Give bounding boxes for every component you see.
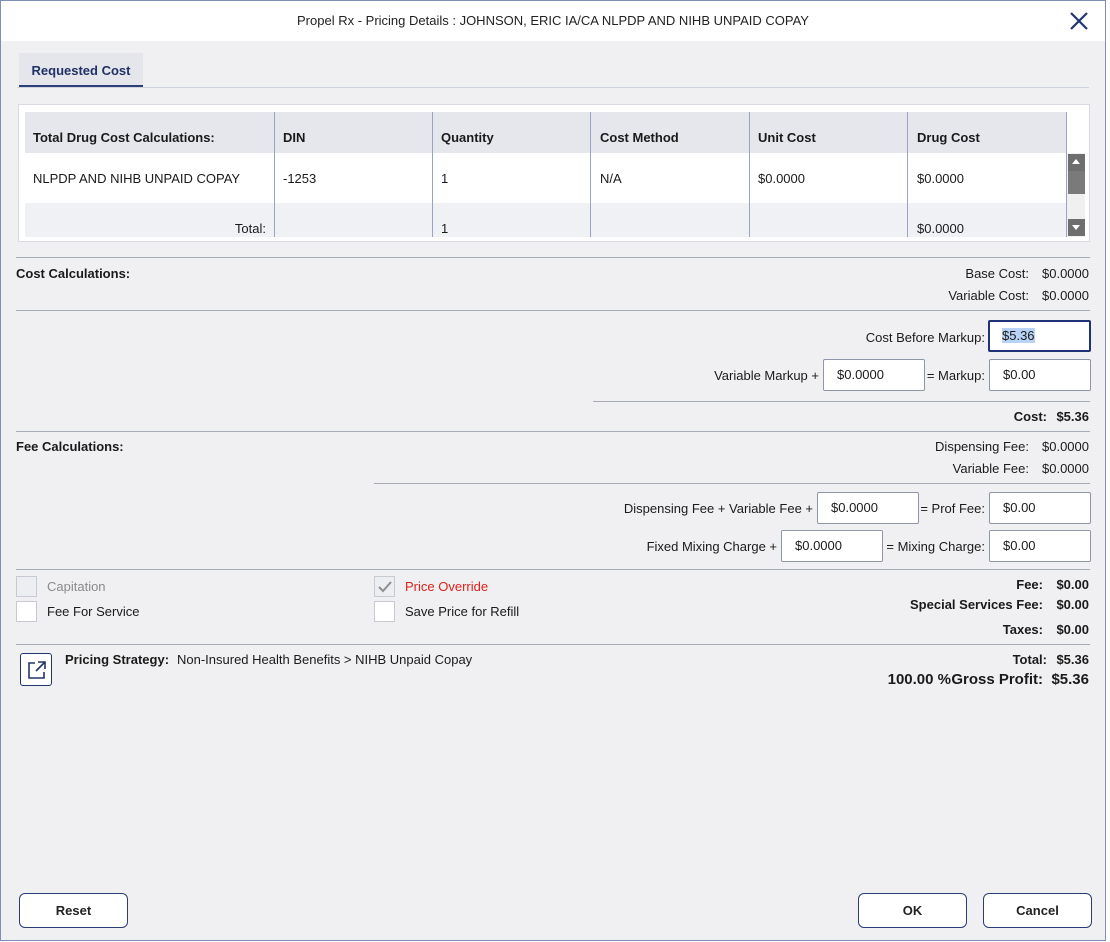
divider bbox=[16, 431, 1090, 432]
fee-for-service-label: Fee For Service bbox=[47, 604, 140, 619]
ok-button[interactable]: OK bbox=[858, 893, 967, 928]
dispensing-variable-fee-label: Dispensing Fee + Variable Fee + bbox=[623, 501, 813, 516]
column-divider bbox=[432, 112, 433, 237]
cost-calculations-heading: Cost Calculations: bbox=[16, 266, 131, 281]
price-override-label: Price Override bbox=[405, 579, 489, 594]
taxes-label: Taxes: bbox=[1002, 622, 1043, 637]
fee-summary-value: $0.00 bbox=[1056, 577, 1089, 592]
prof-fee-label: = Prof Fee: bbox=[920, 501, 985, 516]
cell-cost-method: N/A bbox=[600, 171, 622, 186]
divider bbox=[16, 310, 1090, 311]
column-divider bbox=[590, 112, 591, 237]
grid-scrollbar[interactable] bbox=[1067, 153, 1085, 237]
save-price-for-refill-label: Save Price for Refill bbox=[405, 604, 520, 619]
mixing-charge-label: = Mixing Charge: bbox=[886, 539, 985, 554]
price-override-checkbox[interactable] bbox=[374, 576, 395, 597]
tab-requested-cost[interactable]: Requested Cost bbox=[19, 53, 143, 87]
variable-fee-label: Variable Fee: bbox=[952, 461, 1029, 476]
prof-fee-field[interactable]: $0.00 bbox=[989, 492, 1091, 524]
tab-divider bbox=[17, 87, 1089, 88]
close-icon[interactable] bbox=[1067, 9, 1091, 33]
pricing-details-dialog: Propel Rx - Pricing Details : JOHNSON, E… bbox=[0, 0, 1106, 941]
column-divider bbox=[274, 112, 275, 237]
cancel-button[interactable]: Cancel bbox=[983, 893, 1092, 928]
fixed-mixing-charge-label: Fixed Mixing Charge + bbox=[646, 539, 777, 554]
fixed-mixing-charge-field[interactable]: $0.0000 bbox=[781, 530, 883, 562]
variable-fee-value: $0.0000 bbox=[1042, 461, 1089, 476]
cell-din: -1253 bbox=[283, 171, 317, 186]
cost-value: $5.36 bbox=[1056, 409, 1089, 424]
title-bar: Propel Rx - Pricing Details : JOHNSON, E… bbox=[1, 1, 1105, 41]
total-label: Total: bbox=[234, 221, 266, 236]
fee-for-service-checkbox[interactable] bbox=[16, 601, 37, 622]
grid-header: Total Drug Cost Calculations: DIN Quanti… bbox=[25, 112, 1067, 153]
cost-before-markup-value: $5.36 bbox=[1002, 328, 1035, 343]
divider bbox=[16, 569, 1090, 570]
markup-label: = Markup: bbox=[926, 368, 985, 383]
cost-before-markup-label: Cost Before Markup: bbox=[865, 330, 985, 345]
gross-profit-percent: 100.00 % bbox=[887, 671, 951, 688]
column-divider bbox=[749, 112, 750, 237]
gross-profit-label: Gross Profit: bbox=[951, 671, 1043, 688]
scroll-thumb[interactable] bbox=[1068, 171, 1085, 194]
cell-drug-name: NLPDP AND NIHB UNPAID COPAY bbox=[33, 171, 241, 186]
variable-cost-value: $0.0000 bbox=[1042, 288, 1089, 303]
cell-unit-cost: $0.0000 bbox=[758, 171, 805, 186]
external-link-icon bbox=[28, 661, 46, 679]
header-unit-cost: Unit Cost bbox=[758, 130, 816, 145]
total-summary-label: Total: bbox=[1012, 652, 1047, 667]
dispensing-variable-fee-field[interactable]: $0.0000 bbox=[817, 492, 919, 524]
variable-cost-label: Variable Cost: bbox=[948, 288, 1029, 303]
pricing-strategy-label: Pricing Strategy: bbox=[65, 652, 170, 667]
cell-drug-cost: $0.0000 bbox=[917, 171, 964, 186]
variable-markup-field[interactable]: $0.0000 bbox=[823, 359, 925, 391]
fee-calculations-heading: Fee Calculations: bbox=[16, 439, 124, 454]
base-cost-value: $0.0000 bbox=[1042, 266, 1089, 281]
divider bbox=[593, 401, 1090, 402]
markup-field[interactable]: $0.00 bbox=[989, 359, 1091, 391]
reset-button[interactable]: Reset bbox=[19, 893, 128, 928]
column-divider bbox=[907, 112, 908, 237]
header-cost-method: Cost Method bbox=[600, 130, 679, 145]
checkmark-icon bbox=[378, 581, 392, 593]
table-row[interactable]: NLPDP AND NIHB UNPAID COPAY -1253 1 N/A … bbox=[25, 153, 1067, 203]
mixing-charge-field[interactable]: $0.00 bbox=[989, 530, 1091, 562]
scroll-down-button[interactable] bbox=[1068, 219, 1085, 236]
save-price-for-refill-checkbox[interactable] bbox=[374, 601, 395, 622]
header-din: DIN bbox=[283, 130, 306, 145]
drug-cost-grid-panel: Total Drug Cost Calculations: DIN Quanti… bbox=[18, 104, 1090, 242]
divider bbox=[16, 257, 1090, 258]
cost-label: Cost: bbox=[1013, 409, 1047, 424]
pricing-strategy-value: Non-Insured Health Benefits > NIHB Unpai… bbox=[177, 652, 473, 667]
total-drug-cost: $0.0000 bbox=[917, 221, 964, 236]
drug-cost-grid: Total Drug Cost Calculations: DIN Quanti… bbox=[25, 112, 1067, 237]
fee-summary-label: Fee: bbox=[1016, 577, 1043, 592]
special-services-fee-value: $0.00 bbox=[1056, 597, 1089, 612]
cost-before-markup-field[interactable]: $5.36 bbox=[988, 320, 1091, 352]
table-total-row: Total: 1 $0.0000 bbox=[25, 203, 1067, 237]
total-summary-value: $5.36 bbox=[1056, 652, 1089, 667]
capitation-checkbox[interactable] bbox=[16, 576, 37, 597]
scroll-up-button[interactable] bbox=[1068, 154, 1085, 171]
variable-markup-label: Variable Markup + bbox=[714, 368, 819, 383]
dispensing-fee-value: $0.0000 bbox=[1042, 439, 1089, 454]
dispensing-fee-label: Dispensing Fee: bbox=[935, 439, 1029, 454]
arrow-down-icon bbox=[1072, 225, 1080, 230]
cell-quantity: 1 bbox=[441, 171, 449, 186]
base-cost-label: Base Cost: bbox=[965, 266, 1029, 281]
arrow-up-icon bbox=[1072, 159, 1080, 164]
taxes-value: $0.00 bbox=[1056, 622, 1089, 637]
window-title: Propel Rx - Pricing Details : JOHNSON, E… bbox=[297, 13, 809, 28]
total-quantity: 1 bbox=[441, 221, 449, 236]
header-drug-cost: Drug Cost bbox=[917, 130, 980, 145]
gross-profit-value: $5.36 bbox=[1051, 671, 1089, 688]
divider bbox=[374, 483, 1090, 484]
header-total-drug-cost: Total Drug Cost Calculations: bbox=[33, 130, 215, 145]
special-services-fee-label: Special Services Fee: bbox=[910, 597, 1043, 612]
divider bbox=[16, 644, 1090, 645]
header-quantity: Quantity bbox=[441, 130, 494, 145]
pricing-strategy-button[interactable] bbox=[20, 653, 52, 686]
capitation-label: Capitation bbox=[47, 579, 106, 594]
